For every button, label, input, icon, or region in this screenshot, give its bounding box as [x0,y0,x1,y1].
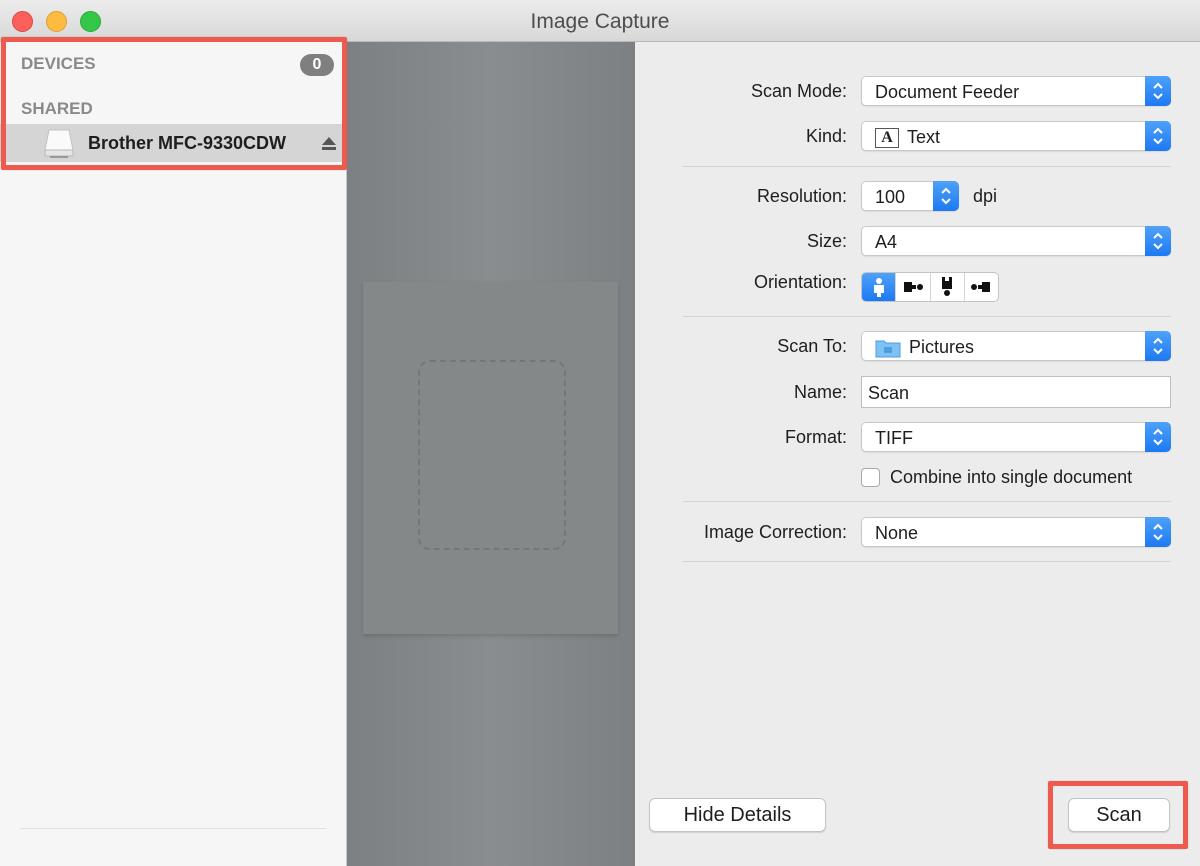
kind-label: Kind: [805,126,847,146]
folder-icon [875,340,901,358]
orientation-label: Orientation: [753,272,847,292]
chevron-updown-icon [1145,226,1171,256]
section-separator [683,166,1171,167]
chevron-updown-icon [1145,422,1171,452]
size-label: Size: [806,231,847,251]
size-popup[interactable]: A4 [861,226,1171,256]
chevron-updown-icon [1145,76,1171,106]
format-label: Format: [784,427,847,447]
portrait-inverted-icon [942,277,953,296]
orientation-inverted-button[interactable] [931,273,965,301]
chevron-updown-icon [1145,331,1171,361]
sidebar-divider [20,828,326,829]
kind-value: Text [907,127,941,147]
size-value: A4 [875,232,898,252]
name-input[interactable]: Scan [861,376,1171,408]
scan-to-value: Pictures [909,337,975,357]
scan-mode-label: Scan Mode: [750,81,847,101]
section-separator [683,561,1171,562]
combine-checkbox-label[interactable]: Combine into single document [890,467,1132,488]
scan-preview-area[interactable] [347,42,635,866]
resolution-label: Resolution: [756,186,847,206]
portrait-upright-icon [873,278,884,297]
text-kind-icon: A [875,128,899,148]
chevron-updown-icon [1145,517,1171,547]
resolution-value: 100 [875,187,906,207]
window-title: Image Capture [530,10,670,33]
hide-details-button[interactable]: Hide Details [649,798,826,832]
image-correction-value: None [875,523,919,543]
landscape-left-icon [971,282,991,292]
orientation-segmented-control [861,272,999,302]
format-popup[interactable]: TIFF [861,422,1171,452]
orientation-portrait-button[interactable] [862,273,897,301]
section-separator [683,316,1171,317]
preview-page [363,282,618,634]
scan-mode-popup[interactable]: Document Feeder [861,76,1171,106]
scan-button-highlight-annotation [1048,781,1188,849]
combine-checkbox[interactable] [861,468,880,487]
image-correction-popup[interactable]: None [861,517,1171,547]
orientation-landscape-left-button[interactable] [965,273,998,301]
scan-mode-value: Document Feeder [875,82,1020,102]
scan-region-marquee[interactable] [418,360,566,550]
image-correction-label: Image Correction: [703,522,847,542]
scan-details-panel: Scan Mode: Document Feeder Kind: A Text R… [635,42,1200,866]
format-value: TIFF [875,428,913,448]
landscape-right-icon [903,282,923,292]
chevron-updown-icon [1145,121,1171,151]
title-bar: Image Capture [0,0,1200,42]
resolution-combobox[interactable]: 100 [861,181,959,211]
chevron-updown-icon [933,181,959,211]
name-label: Name: [793,382,847,402]
sidebar-highlight-annotation [1,37,347,170]
kind-popup[interactable]: A Text [861,121,1171,151]
orientation-landscape-right-button[interactable] [896,273,931,301]
resolution-unit: dpi [973,186,998,206]
section-separator [683,501,1171,502]
scan-to-label: Scan To: [777,336,847,356]
scan-to-popup[interactable]: Pictures [861,331,1171,361]
